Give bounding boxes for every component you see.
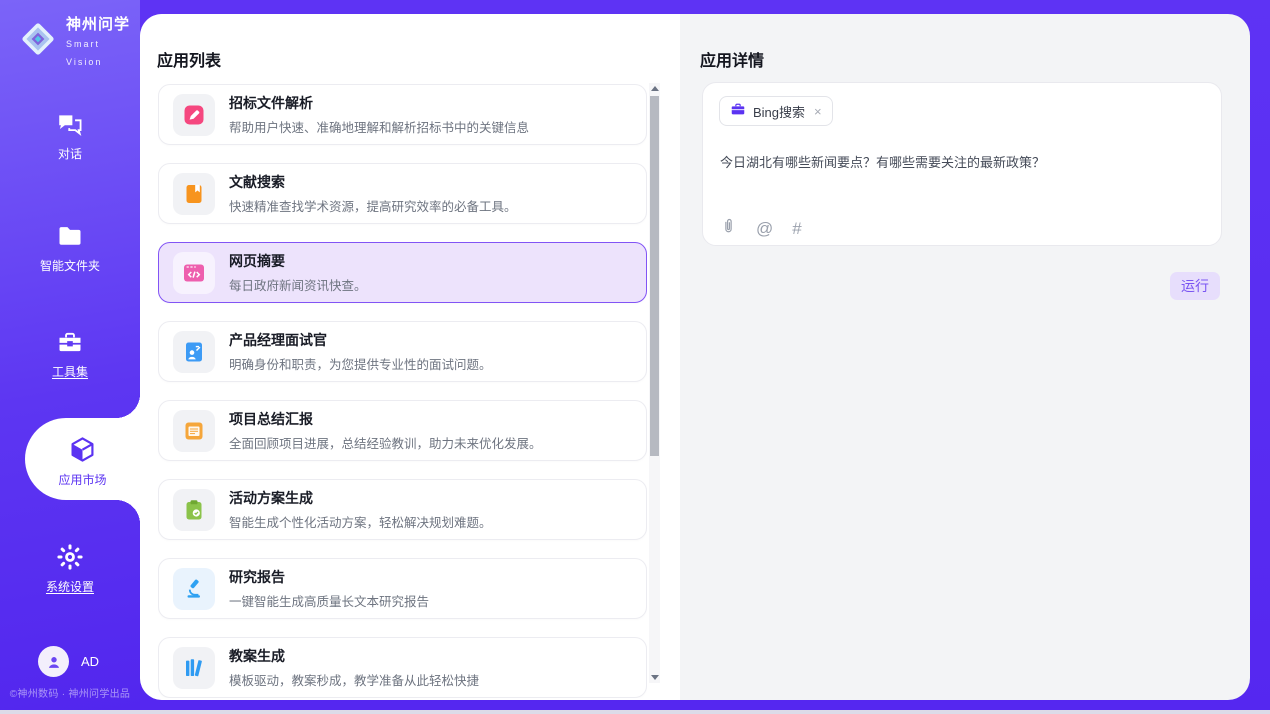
sidebar-item-settings[interactable]: 系统设置 xyxy=(0,543,140,595)
topic-icon[interactable]: # xyxy=(792,219,801,239)
tool-chip-label: Bing搜索 xyxy=(753,102,805,121)
app-card-web-summary[interactable]: 网页摘要 每日政府新闻资讯快查。 xyxy=(158,242,647,303)
app-detail-panel: 应用详情 Bing搜索 × 今日湖北有哪些新闻要点？有哪些需要关注的最新政策？ xyxy=(680,14,1250,700)
run-button[interactable]: 运行 xyxy=(1170,272,1220,300)
window-bottom-edge xyxy=(0,710,1270,714)
app-name: 产品经理面试官 xyxy=(229,330,492,350)
interviewer-icon xyxy=(173,331,215,373)
app-desc: 快速精准查找学术资源，提高研究效率的必备工具。 xyxy=(229,196,517,215)
app-name: 文献搜索 xyxy=(229,172,517,192)
app-detail-title: 应用详情 xyxy=(700,47,764,71)
sidebar-item-chat[interactable]: 对话 xyxy=(0,110,140,162)
mention-icon[interactable]: @ xyxy=(756,219,773,239)
browser-code-icon xyxy=(173,252,215,294)
toolbox-icon xyxy=(0,328,140,356)
prompt-composer[interactable]: Bing搜索 × 今日湖北有哪些新闻要点？有哪些需要关注的最新政策？ @ # xyxy=(702,82,1222,246)
app-name: 研究报告 xyxy=(229,567,429,587)
app-name: 活动方案生成 xyxy=(229,488,492,508)
sidebar-item-label: 应用市场 xyxy=(25,471,140,488)
app-name: 项目总结汇报 xyxy=(229,409,542,429)
cube-icon xyxy=(25,435,140,464)
app-list: 招标文件解析 帮助用户快速、准确地理解和解析招标书中的关键信息 文献搜索 快速精… xyxy=(158,84,647,698)
app-card-pm-interviewer[interactable]: 产品经理面试官 明确身份和职责，为您提供专业性的面试问题。 xyxy=(158,321,647,382)
sidebar-item-app-market[interactable]: 应用市场 xyxy=(25,418,140,500)
app-name: 招标文件解析 xyxy=(229,93,529,113)
composer-toolbar: @ # xyxy=(720,217,802,241)
app-card-project-summary[interactable]: 项目总结汇报 全面回顾项目进展，总结经验教训，助力未来优化发展。 xyxy=(158,400,647,461)
app-desc: 全面回顾项目进展，总结经验教训，助力未来优化发展。 xyxy=(229,433,542,452)
app-list-panel: 应用列表 招标文件解析 帮助用户快速、准确地理解和解析招标书中的关键信息 xyxy=(140,14,680,700)
books-icon xyxy=(173,647,215,689)
sidebar-item-toolset[interactable]: 工具集 xyxy=(0,328,140,380)
app-list-title: 应用列表 xyxy=(157,47,221,71)
app-desc: 明确身份和职责，为您提供专业性的面试问题。 xyxy=(229,354,492,373)
avatar xyxy=(38,646,69,677)
content-panel: 应用列表 招标文件解析 帮助用户快速、准确地理解和解析招标书中的关键信息 xyxy=(140,14,1250,700)
scroll-up-icon[interactable] xyxy=(651,86,659,91)
app-name: 教案生成 xyxy=(229,646,479,666)
sidebar-footer: ©神州数码 · 神州问学出品 xyxy=(0,685,140,700)
pen-edit-icon xyxy=(173,94,215,136)
brand-name: 神州问学 xyxy=(66,16,130,33)
query-input[interactable]: 今日湖北有哪些新闻要点？有哪些需要关注的最新政策？ xyxy=(720,152,1200,171)
brand-subtitle: Smart Vision xyxy=(66,39,102,67)
clipboard-check-icon xyxy=(173,489,215,531)
briefcase-icon xyxy=(730,101,746,122)
app-desc: 每日政府新闻资讯快查。 xyxy=(229,275,367,294)
book-icon xyxy=(173,173,215,215)
tool-chip-bing-search[interactable]: Bing搜索 × xyxy=(719,96,833,126)
app-card-research-report[interactable]: 研究报告 一键智能生成高质量长文本研究报告 xyxy=(158,558,647,619)
sidebar-item-label: 对话 xyxy=(0,145,140,162)
folder-icon xyxy=(0,222,140,250)
sidebar-item-label: 工具集 xyxy=(0,363,140,380)
app-desc: 智能生成个性化活动方案，轻松解决规划难题。 xyxy=(229,512,492,531)
brand: 神州问学 Smart Vision xyxy=(18,13,140,70)
app-desc: 一键智能生成高质量长文本研究报告 xyxy=(229,591,429,610)
user-account[interactable]: AD xyxy=(38,646,99,677)
brand-gem-icon xyxy=(18,19,58,64)
app-name: 网页摘要 xyxy=(229,251,367,271)
gear-icon xyxy=(0,543,140,571)
close-icon[interactable]: × xyxy=(814,104,822,119)
app-card-activity-plan[interactable]: 活动方案生成 智能生成个性化活动方案，轻松解决规划难题。 xyxy=(158,479,647,540)
sidebar: 神州问学 Smart Vision 对话 智能文件夹 工具集 xyxy=(0,0,140,714)
sidebar-item-smart-folder[interactable]: 智能文件夹 xyxy=(0,222,140,274)
bubble-corner-bottom xyxy=(116,500,140,524)
scroll-down-icon[interactable] xyxy=(651,675,659,680)
attachment-icon[interactable] xyxy=(720,217,737,241)
scrollbar-thumb[interactable] xyxy=(650,96,659,456)
user-initials: AD xyxy=(81,654,99,669)
app-desc: 模板驱动，教案秒成，教学准备从此轻松快捷 xyxy=(229,670,479,689)
bubble-corner-top xyxy=(116,394,140,418)
note-icon xyxy=(173,410,215,452)
sidebar-item-label: 系统设置 xyxy=(0,578,140,595)
app-desc: 帮助用户快速、准确地理解和解析招标书中的关键信息 xyxy=(229,117,529,136)
app-card-literature-search[interactable]: 文献搜索 快速精准查找学术资源，提高研究效率的必备工具。 xyxy=(158,163,647,224)
microscope-icon xyxy=(173,568,215,610)
app-card-bid-analysis[interactable]: 招标文件解析 帮助用户快速、准确地理解和解析招标书中的关键信息 xyxy=(158,84,647,145)
app-card-lesson-plan[interactable]: 教案生成 模板驱动，教案秒成，教学准备从此轻松快捷 xyxy=(158,637,647,698)
sidebar-item-label: 智能文件夹 xyxy=(0,257,140,274)
app-list-scrollbar[interactable] xyxy=(649,83,660,683)
chat-icon xyxy=(0,110,140,138)
